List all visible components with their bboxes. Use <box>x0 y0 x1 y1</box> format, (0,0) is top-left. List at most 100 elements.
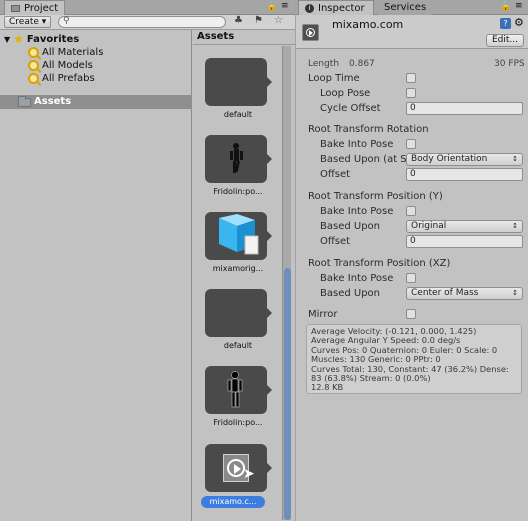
scrollbar-track[interactable] <box>282 46 291 520</box>
expand-arrow-icon[interactable]: ▼ <box>4 35 10 44</box>
prefab-cube-icon <box>219 214 259 255</box>
tree-item-all-models[interactable]: All Models <box>28 59 93 71</box>
dropdown-arrow-icon: ↕ <box>512 289 518 297</box>
tree-item-assets[interactable]: Assets <box>0 95 191 109</box>
mirror-label: Mirror <box>308 309 338 320</box>
folder-icon <box>11 4 20 12</box>
favorites-label: Favorites <box>26 33 80 45</box>
asset-label[interactable]: Fridolin:po... <box>193 187 283 196</box>
loop-time-checkbox[interactable] <box>406 73 416 83</box>
asset-thumbnail[interactable] <box>205 366 272 414</box>
lock-icon[interactable]: 🔒 <box>266 2 277 12</box>
asset-thumbnail[interactable]: ➤ <box>205 444 272 492</box>
position-y-based-upon-dropdown[interactable]: Original ↕ <box>406 220 523 233</box>
panel-menu-icon[interactable]: ≡ <box>515 1 523 11</box>
asset-thumbnail[interactable] <box>205 135 272 183</box>
panel-menu-icon[interactable]: ≡ <box>281 1 289 11</box>
tab-inspector[interactable]: i Inspector <box>298 0 374 15</box>
tree-item-label: All Materials <box>42 46 104 58</box>
tree-item-all-prefabs[interactable]: All Prefabs <box>28 72 95 84</box>
position-y-bake-checkbox[interactable] <box>406 206 416 216</box>
info-icon: i <box>305 3 314 13</box>
rotation-based-upon-label: Based Upon (at St <box>320 154 406 165</box>
project-panel: Project 🔒 ≡ Create ▾ ⚲ ♣ ⚑ ☆ ▼ ★ Favorit… <box>0 0 295 521</box>
position-xz-based-upon-label: Based Upon <box>320 288 380 299</box>
loop-time-label: Loop Time <box>308 73 360 84</box>
help-book-icon[interactable]: ? <box>500 18 511 29</box>
edit-button[interactable]: Edit... <box>486 34 524 47</box>
length-label: Length <box>308 59 340 69</box>
cycle-offset-label: Cycle Offset <box>320 103 381 114</box>
asset-thumbnail[interactable] <box>205 58 272 106</box>
filter-by-label-icon[interactable]: ⚑ <box>254 15 263 26</box>
dropdown-arrow-icon: ↕ <box>512 155 518 163</box>
asset-label[interactable]: default <box>193 110 283 119</box>
inspector-header: mixamo.com ? ⚙ Edit... <box>296 15 528 49</box>
tab-project[interactable]: Project <box>4 0 66 15</box>
position-xz-bake-label: Bake Into Pose <box>320 273 394 284</box>
tab-inspector-label: Inspector <box>318 2 365 14</box>
project-tree: ▼ ★ Favorites All Materials All Models A… <box>0 30 192 521</box>
asset-label[interactable]: Fridolin:po... <box>193 418 283 427</box>
tree-item-label: All Models <box>42 59 93 71</box>
position-y-based-upon-label: Based Upon <box>320 221 380 232</box>
cycle-offset-field[interactable]: 0 <box>406 102 523 115</box>
root-position-y-header: Root Transform Position (Y) <box>308 191 443 202</box>
asset-label[interactable]: default <box>193 341 283 350</box>
asset-thumbnail[interactable] <box>205 212 272 260</box>
length-value: 0.867 <box>349 59 375 69</box>
search-icon <box>28 46 39 58</box>
tree-item-favorites[interactable]: ▼ ★ Favorites <box>4 33 79 45</box>
scrollbar-thumb[interactable] <box>284 268 291 520</box>
project-tabbar: Project 🔒 ≡ <box>0 0 295 15</box>
asset-label-selected[interactable]: mixamo.c... <box>201 496 265 508</box>
rotation-offset-label: Offset <box>320 169 351 180</box>
position-y-offset-label: Offset <box>320 236 351 247</box>
inspector-panel: i Inspector Services 🔒 ≡ mixamo.com ? ⚙ … <box>296 0 528 521</box>
rotation-bake-label: Bake Into Pose <box>320 139 394 150</box>
fps-value: 30 FPS <box>494 59 525 69</box>
tab-services[interactable]: Services <box>378 0 433 15</box>
mirror-checkbox[interactable] <box>406 309 416 319</box>
character-icon <box>227 371 243 408</box>
root-rotation-header: Root Transform Rotation <box>308 124 429 135</box>
assets-header-label: Assets <box>197 31 235 42</box>
tab-project-label: Project <box>24 2 59 14</box>
lock-icon[interactable]: 🔒 <box>500 2 511 12</box>
position-y-bake-label: Bake Into Pose <box>320 206 394 217</box>
root-position-xz-header: Root Transform Position (XZ) <box>308 258 451 269</box>
search-icon: ⚲ <box>63 16 70 26</box>
character-icon <box>230 143 243 173</box>
dropdown-arrow-icon: ↕ <box>512 222 518 230</box>
search-input[interactable]: ⚲ <box>58 16 226 28</box>
mouse-cursor-icon: ➤ <box>243 466 255 482</box>
asset-thumbnail[interactable] <box>205 289 272 337</box>
search-icon <box>28 72 39 84</box>
star-icon: ★ <box>13 32 24 46</box>
search-icon <box>28 59 39 71</box>
project-toolbar: Create ▾ ⚲ ♣ ⚑ ☆ <box>0 15 295 30</box>
tree-item-all-materials[interactable]: All Materials <box>28 46 103 58</box>
animation-clip-icon <box>302 24 319 41</box>
loop-pose-label: Loop Pose <box>320 88 371 99</box>
rotation-based-upon-dropdown[interactable]: Body Orientation ↕ <box>406 153 523 166</box>
rotation-bake-checkbox[interactable] <box>406 139 416 149</box>
tree-item-label: Assets <box>34 96 72 107</box>
gear-icon[interactable]: ⚙ <box>514 16 524 29</box>
position-xz-bake-checkbox[interactable] <box>406 273 416 283</box>
create-label: Create ▾ <box>9 17 47 27</box>
asset-title: mixamo.com <box>332 18 404 31</box>
asset-label[interactable]: mixamorig... <box>193 264 283 273</box>
star-icon[interactable]: ☆ <box>274 15 283 26</box>
inspector-tabbar: i Inspector Services 🔒 ≡ <box>296 0 528 15</box>
loop-pose-checkbox[interactable] <box>406 88 416 98</box>
folder-icon <box>18 96 31 107</box>
position-y-offset-field[interactable]: 0 <box>406 235 523 248</box>
position-xz-based-upon-dropdown[interactable]: Center of Mass ↕ <box>406 287 523 300</box>
stats-line: 12.8 KB <box>311 382 344 393</box>
tree-item-label: All Prefabs <box>42 72 95 84</box>
rotation-offset-field[interactable]: 0 <box>406 168 523 181</box>
filter-by-type-icon[interactable]: ♣ <box>234 15 243 26</box>
assets-pane: Assets default Fridolin:po... mixamorig.… <box>193 30 295 521</box>
create-button[interactable]: Create ▾ <box>4 16 52 28</box>
